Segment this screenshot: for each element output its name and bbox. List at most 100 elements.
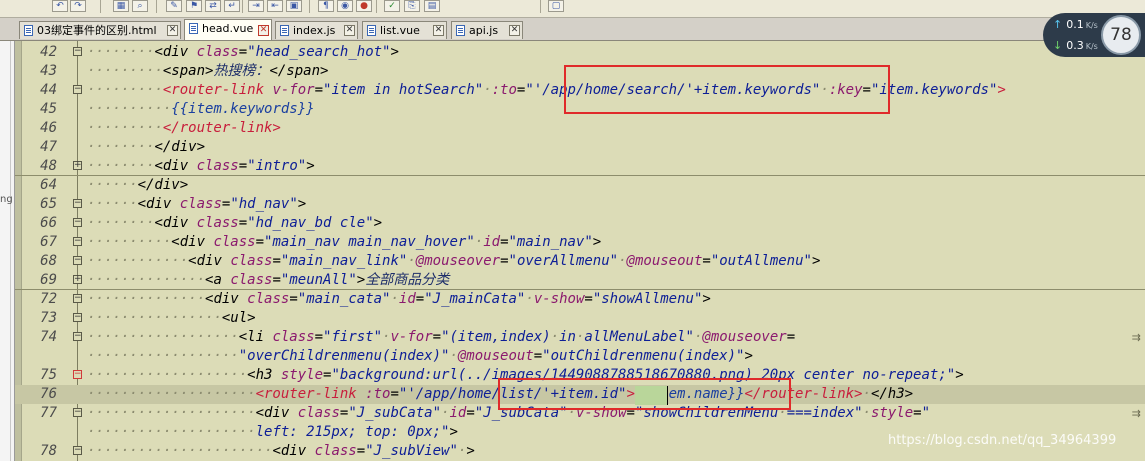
redo-icon[interactable]: ↷ (70, 0, 86, 12)
view-icon[interactable]: ▣ (286, 0, 302, 12)
code-line[interactable]: 64 ······</div> (15, 176, 1145, 195)
fold-expand-icon[interactable]: + (73, 275, 82, 284)
code-token: id (398, 291, 416, 307)
replace-icon[interactable]: ⇄ (205, 0, 221, 12)
code-line[interactable]: 67− ··········<div class="main_nav main_n… (15, 233, 1145, 252)
tab-label: index.js (293, 24, 336, 37)
code-token: ·············· (87, 291, 206, 307)
fold-collapse-icon[interactable]: − (73, 218, 82, 227)
code-token: = (272, 272, 281, 288)
vue-file-icon (189, 23, 198, 34)
fold-collapse-icon[interactable]: − (73, 256, 82, 265)
close-icon[interactable]: ✕ (258, 25, 269, 36)
code-line[interactable]: 42 − ········<div class="head_search_hot"> (15, 43, 1145, 62)
toolbar: ↶ ↷ ▦ ⌕ ✎ ⚑ ⇄ ↵ ⇥ ⇤ ▣ ¶ ◉ ● ✓ ⎘ ▤ ▢ (0, 0, 1145, 18)
code-token: @mouseout (626, 253, 703, 269)
fold-collapse-icon[interactable]: − (73, 237, 82, 246)
code-token: </div> (154, 139, 206, 155)
find-icon[interactable]: ⌕ (132, 0, 148, 12)
close-icon[interactable]: ✕ (509, 25, 520, 36)
close-icon[interactable]: ✕ (433, 25, 444, 36)
code-token: <div (154, 44, 197, 60)
annotation-box-list-route (498, 378, 791, 410)
indent-icon[interactable]: ⇥ (248, 0, 264, 12)
outdent-icon[interactable]: ⇤ (267, 0, 283, 12)
code-token: = (500, 253, 509, 269)
code-token: > (306, 158, 315, 174)
split-icon[interactable]: ▦ (113, 0, 129, 12)
code-token: ···················· (87, 424, 256, 440)
fold-expand-icon[interactable]: + (73, 161, 82, 170)
code-token: <span> (162, 63, 214, 79)
code-line[interactable]: 66 − ········<div class="hd_nav_bd cle"> (15, 214, 1145, 233)
code-token: style (870, 405, 914, 421)
fold-collapse-icon[interactable]: − (73, 47, 82, 56)
code-token: ········ (87, 44, 155, 60)
code-line[interactable]: 74− ··················<li class="first"·v… (15, 328, 1145, 347)
fold-collapse-icon[interactable]: − (73, 332, 82, 341)
code-token: = (786, 329, 796, 345)
toolbar-separator (309, 0, 310, 13)
code-token: class (213, 234, 256, 250)
fold-collapse-icon[interactable]: − (73, 408, 82, 417)
memory-usage-gauge[interactable]: 78 (1101, 15, 1141, 55)
html-file-icon (24, 25, 33, 36)
code-line[interactable]: 46 ·········</router-link> (15, 119, 1145, 138)
bookmark-icon[interactable]: ⚑ (186, 0, 202, 12)
code-token: ······ (87, 177, 138, 193)
code-line[interactable]: 48 + ········<div class="intro"> (15, 157, 1145, 176)
tab-list-vue[interactable]: list.vue ✕ (362, 21, 447, 39)
tab-head-vue[interactable]: head.vue ✕ (184, 19, 272, 40)
code-token: "J_subCata" (348, 405, 442, 421)
arrow-down-icon: ↓ (1053, 39, 1063, 52)
browser-icon[interactable]: ◉ (337, 0, 353, 12)
toolbar-separator (156, 0, 157, 13)
code-token: "outAllmenu" (710, 253, 812, 269)
fold-collapse-icon[interactable]: − (73, 294, 82, 303)
code-token: ···················· (87, 386, 256, 402)
undo-icon[interactable]: ↶ (52, 0, 68, 12)
window-icon[interactable]: ▢ (548, 0, 564, 12)
code-text: ······················<div class="J_subV… (87, 442, 475, 461)
code-token: 全部商品分类 (365, 272, 450, 288)
network-speed-widget[interactable]: ↑ 0.1 K/s ↓ 0.3 K/s 78 (1043, 13, 1145, 57)
code-text: ··············<a class="meunAll">全部商品分类 (87, 271, 449, 290)
code-line[interactable]: 69 + ··············<a class="meunAll">全部商品… (15, 271, 1145, 290)
close-icon[interactable]: ✕ (344, 25, 355, 36)
fold-collapse-icon[interactable]: − (73, 370, 82, 379)
line-number: 73 (40, 310, 57, 326)
stop-icon[interactable]: ● (356, 0, 372, 12)
code-line[interactable]: 65 − ······<div class="hd_nav"> (15, 195, 1145, 214)
code-text: ··················<li class="first"·v-fo… (87, 328, 795, 347)
paragraph-icon[interactable]: ¶ (318, 0, 334, 12)
fold-collapse-icon[interactable]: − (73, 199, 82, 208)
check-icon[interactable]: ✓ (384, 0, 400, 12)
code-line[interactable]: 68− ············<div class="main_nav_link… (15, 252, 1145, 271)
code-token: "head_search_hot" (247, 44, 391, 60)
code-line[interactable]: ··················"overChildrenmenu(inde… (15, 347, 1145, 366)
tab-index-js[interactable]: index.js ✕ (275, 21, 358, 39)
tag-icon[interactable]: ✎ (166, 0, 182, 12)
code-text: ·········<span>热搜榜：</span> (87, 62, 328, 81)
code-line[interactable]: 47 ········</div> (15, 138, 1145, 157)
code-editor[interactable]: 42− ········<div class="head_search_hot">… (15, 41, 1145, 461)
fold-collapse-icon[interactable]: − (73, 446, 82, 455)
arrow-up-icon: ↑ (1053, 18, 1063, 31)
line-number: 47 (40, 139, 57, 155)
code-line[interactable]: 72− ··············<div class="main_cata"·… (15, 290, 1145, 309)
code-line[interactable]: 73 − ················<ul> (15, 309, 1145, 328)
tab-03-html[interactable]: 03绑定事件的区别.html ✕ (19, 21, 181, 39)
paste-icon[interactable]: ▤ (424, 0, 440, 12)
code-token: </router-link> (162, 120, 281, 136)
code-token: <router-link (162, 82, 273, 98)
close-icon[interactable]: ✕ (167, 25, 178, 36)
tab-api-js[interactable]: api.js ✕ (451, 21, 523, 39)
wrap-icon[interactable]: ↵ (224, 0, 240, 12)
fold-collapse-icon[interactable]: − (73, 85, 82, 94)
panel-divider (10, 41, 11, 461)
fold-collapse-icon[interactable]: − (73, 313, 82, 322)
code-token: <div (154, 158, 197, 174)
code-token: ·················· (87, 348, 239, 364)
copy-icon[interactable]: ⎘ (404, 0, 420, 12)
code-token: "overChildrenmenu(index)" (238, 348, 450, 364)
